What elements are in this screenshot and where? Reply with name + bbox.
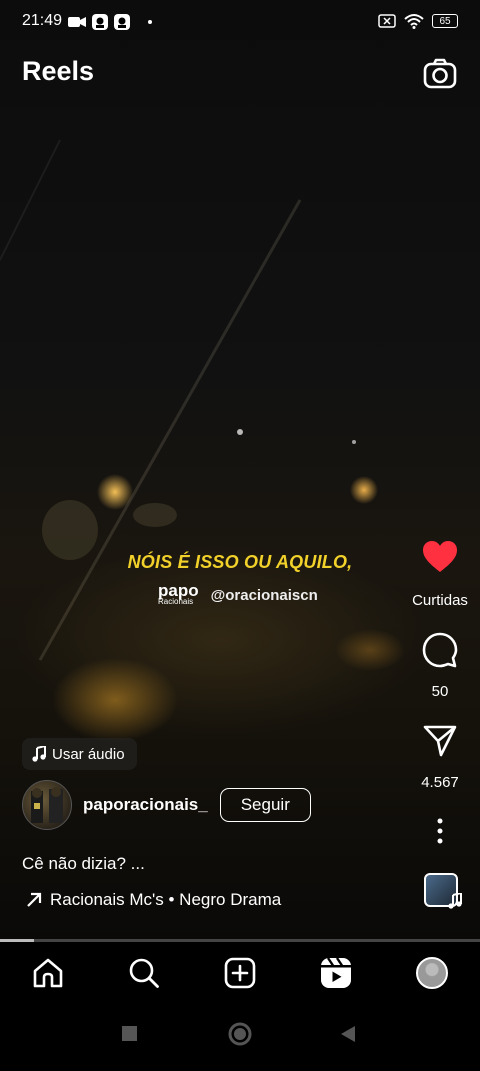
arrow-up-right-icon <box>27 892 42 907</box>
notification-icon <box>114 14 130 30</box>
like-label: Curtidas <box>412 592 468 609</box>
more-options[interactable] <box>400 818 480 848</box>
music-note-icon <box>32 746 46 762</box>
author-avatar-image <box>31 787 63 823</box>
nav-create[interactable] <box>222 955 258 991</box>
video-watermark: papo Racionais @oracionaiscn <box>158 582 318 606</box>
shares-count: 4.567 <box>421 774 459 791</box>
more-vertical-icon[interactable] <box>436 818 444 844</box>
dot-icon <box>148 20 152 24</box>
watermark-logo: papo Racionais <box>158 582 199 606</box>
create-icon[interactable] <box>224 957 256 989</box>
recents-button[interactable] <box>122 1026 137 1041</box>
watermark-handle: @oracionaiscn <box>210 586 318 604</box>
audio-thumbnail[interactable] <box>424 873 462 909</box>
video-camera-icon <box>68 17 86 27</box>
nav-search[interactable] <box>126 955 162 991</box>
author-row: paporacionais_ Seguir <box>22 780 311 830</box>
status-icons-left <box>68 14 156 30</box>
heart-icon[interactable] <box>422 540 458 574</box>
profile-avatar[interactable] <box>416 957 448 989</box>
music-title: Racionais Mc's • Negro Drama <box>50 890 282 909</box>
wifi-icon <box>404 14 424 29</box>
music-note-icon <box>448 893 462 909</box>
status-icons-right: 65 <box>378 13 458 29</box>
nav-profile[interactable] <box>414 955 450 991</box>
battery-icon: 65 <box>432 14 458 28</box>
use-audio-label: Usar áudio <box>52 745 125 763</box>
home-icon[interactable] <box>32 957 64 989</box>
system-nav-buttons <box>122 1022 355 1046</box>
author-avatar[interactable] <box>22 780 72 830</box>
comment-action[interactable] <box>400 632 480 672</box>
camera-icon[interactable] <box>422 56 458 92</box>
nav-home[interactable] <box>30 955 66 991</box>
sim-icon <box>378 14 396 28</box>
back-button[interactable] <box>341 1026 355 1042</box>
use-audio-button[interactable]: Usar áudio <box>22 738 137 770</box>
follow-button[interactable]: Seguir <box>219 788 311 822</box>
nav-reels[interactable] <box>318 955 354 991</box>
music-info[interactable]: Racionais Mc's • Negro Drama <box>26 890 281 910</box>
comments-count: 50 <box>431 683 449 700</box>
reels-icon[interactable] <box>320 957 352 989</box>
author-username[interactable]: paporacionais_ <box>83 795 208 815</box>
bottom-nav <box>0 942 480 1004</box>
comment-icon[interactable] <box>422 632 458 668</box>
send-icon[interactable] <box>422 724 458 758</box>
watermark-logo-sub: Racionais <box>158 597 194 606</box>
notification-icon <box>92 14 108 30</box>
reel-caption[interactable]: Cê não dizia? ... <box>22 854 145 874</box>
system-nav-bar <box>0 1004 480 1066</box>
status-bar: 21:49 65 <box>0 0 480 44</box>
search-icon[interactable] <box>128 957 160 989</box>
page-title: Reels <box>22 56 95 86</box>
status-time: 21:49 <box>22 12 63 29</box>
like-action[interactable] <box>400 540 480 578</box>
share-action[interactable] <box>400 724 480 762</box>
